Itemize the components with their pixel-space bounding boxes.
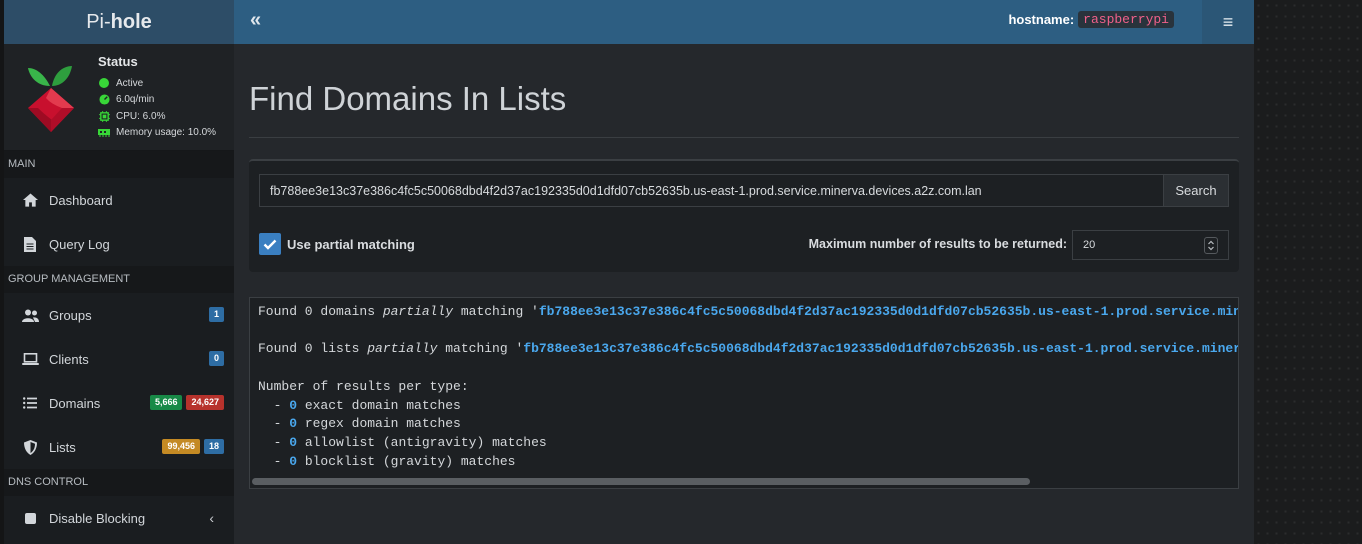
sidebar-item-groups[interactable]: Groups 1 bbox=[4, 293, 234, 337]
shield-icon bbox=[21, 438, 39, 456]
nav-header-main: MAIN bbox=[4, 151, 234, 178]
lists-count-badge: 18 bbox=[203, 439, 224, 454]
sidebar-item-query-log[interactable]: Query Log bbox=[4, 222, 234, 266]
menu-icon: ≡ bbox=[1222, 11, 1234, 32]
groups-count-badge: 1 bbox=[208, 307, 224, 322]
pihole-logo-icon bbox=[28, 66, 74, 132]
status-active: Active bbox=[98, 75, 216, 92]
sidebar-item-domains[interactable]: Domains 5,666 24,627 bbox=[4, 381, 234, 425]
status-queries: 6.0q/min bbox=[98, 92, 216, 109]
page-title: Find Domains In Lists bbox=[249, 80, 567, 117]
matched-domain: fb788ee3e13c37e386c4fc5c50068dbd4f2d37ac… bbox=[538, 304, 1238, 319]
list-icon bbox=[21, 394, 39, 412]
hamburger-menu-button[interactable]: ≡ bbox=[1202, 0, 1254, 44]
horizontal-scrollbar[interactable] bbox=[252, 478, 1030, 485]
checkmark-icon bbox=[263, 239, 277, 250]
status-cpu: CPU: 6.0% bbox=[98, 108, 216, 125]
nav-header-dns-control: DNS CONTROL bbox=[4, 469, 234, 496]
sidebar-item-dashboard[interactable]: Dashboard bbox=[4, 178, 234, 222]
gauge-icon bbox=[98, 94, 110, 106]
nav-header-group-management: GROUP MANAGEMENT bbox=[4, 266, 234, 293]
clients-count-badge: 0 bbox=[208, 351, 224, 366]
search-panel: Search Use partial matching Maximum numb… bbox=[249, 159, 1239, 272]
domains-deny-badge: 24,627 bbox=[186, 395, 224, 410]
max-results-input[interactable]: 20 bbox=[1072, 230, 1229, 260]
app-window: Pi-hole Status Active 6.0q/min CPU: 6.0%… bbox=[0, 0, 1254, 544]
status-panel: Status Active 6.0q/min CPU: 6.0% Memory … bbox=[4, 44, 234, 151]
chevron-left-icon[interactable]: ‹ bbox=[209, 510, 214, 526]
sidebar-item-disable-blocking[interactable]: Disable Blocking ‹ bbox=[4, 496, 234, 540]
sidebar-item-clients[interactable]: Clients 0 bbox=[4, 337, 234, 381]
file-icon bbox=[21, 235, 39, 253]
lists-domains-badge: 99,456 bbox=[162, 439, 200, 454]
sidebar: Pi-hole Status Active 6.0q/min CPU: 6.0%… bbox=[4, 0, 234, 544]
stop-icon bbox=[21, 509, 39, 527]
laptop-icon bbox=[21, 350, 39, 368]
domain-search-input[interactable] bbox=[259, 174, 1164, 207]
desktop-background bbox=[1254, 0, 1362, 544]
brand-logo-text[interactable]: Pi-hole bbox=[4, 0, 234, 44]
hostname-value: raspberrypi bbox=[1078, 11, 1174, 28]
sidebar-toggle-button[interactable]: « bbox=[250, 9, 261, 32]
active-dot-icon bbox=[99, 78, 109, 89]
status-memory: Memory usage: 10.0% bbox=[98, 125, 216, 142]
status-title: Status bbox=[98, 54, 138, 69]
search-button[interactable]: Search bbox=[1163, 174, 1229, 207]
domains-allow-badge: 5,666 bbox=[149, 395, 183, 410]
matched-domain: fb788ee3e13c37e386c4fc5c50068dbd4f2d37ac… bbox=[523, 341, 1239, 357]
hostname-display: hostname: raspberrypi bbox=[1008, 11, 1174, 28]
partial-matching-checkbox[interactable] bbox=[259, 233, 281, 255]
max-results-label: Maximum number of results to be returned… bbox=[808, 237, 1067, 251]
memory-icon bbox=[98, 127, 110, 139]
partial-matching-label: Use partial matching bbox=[287, 236, 415, 252]
number-spinner-icon[interactable] bbox=[1204, 237, 1218, 254]
search-results-output: Found 0 domains partially matching 'fb78… bbox=[249, 297, 1239, 489]
sidebar-item-lists[interactable]: Lists 99,456 18 bbox=[4, 425, 234, 469]
partial-matching-option[interactable]: Use partial matching bbox=[259, 233, 415, 255]
users-icon bbox=[21, 306, 39, 324]
top-navbar: « hostname: raspberrypi ≡ bbox=[234, 0, 1254, 44]
home-icon bbox=[21, 191, 39, 209]
cpu-icon bbox=[98, 110, 110, 122]
